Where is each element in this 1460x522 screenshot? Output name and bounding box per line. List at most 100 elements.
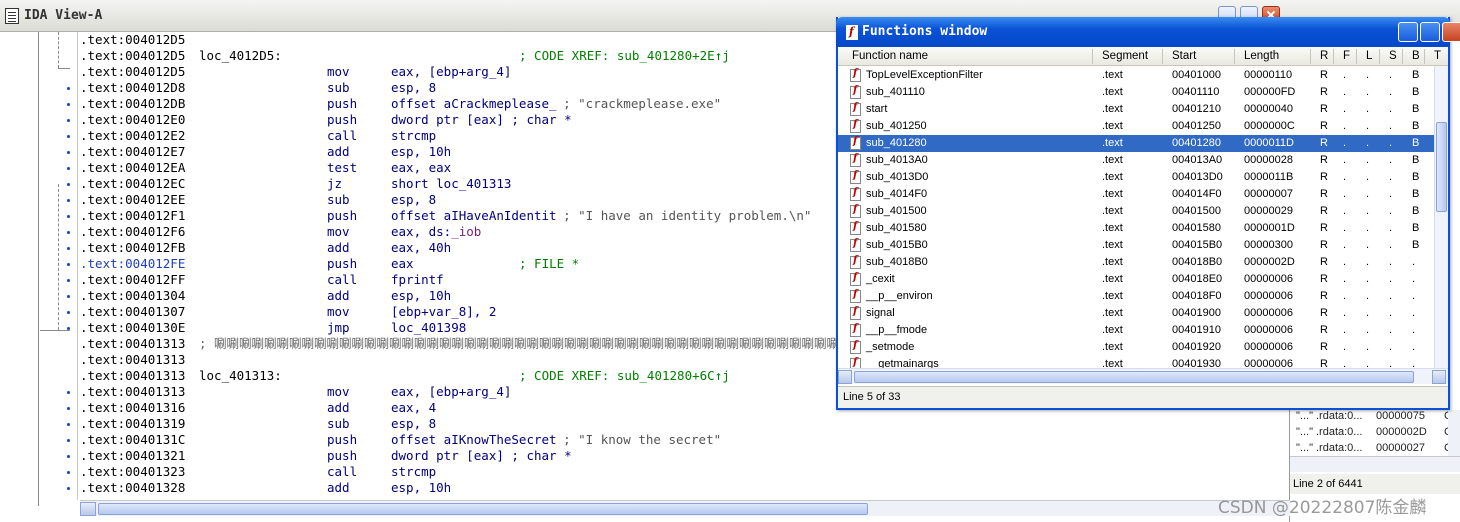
- operands[interactable]: esp, 8: [391, 192, 436, 208]
- line-marker-dot: [67, 135, 70, 138]
- operands[interactable]: short loc_401313: [391, 176, 511, 192]
- operands[interactable]: [ebp+var_8], 2: [391, 304, 496, 320]
- operands[interactable]: loc_401398: [391, 320, 466, 336]
- code-label[interactable]: loc_4012D5:: [199, 48, 282, 64]
- column-header[interactable]: R: [1320, 50, 1328, 62]
- operands[interactable]: strcmp: [391, 464, 436, 480]
- function-f: .: [1343, 256, 1347, 268]
- functions-horizontal-scrollbar[interactable]: [838, 368, 1448, 384]
- functions-vertical-scrollbar[interactable]: [1434, 66, 1448, 368]
- mnemonic: push: [327, 96, 358, 111]
- function-row[interactable]: sub_401580.text004015800000001DR...B.: [838, 220, 1434, 237]
- function-row[interactable]: TopLevelExceptionFilter .text 00401000 0000…: [838, 67, 1434, 84]
- names-horizontal-scrollbar[interactable]: [1290, 456, 1460, 472]
- scroll-left-arrow-icon[interactable]: [838, 370, 852, 384]
- operands[interactable]: offset aCrackmeplease_: [391, 96, 557, 112]
- operands[interactable]: eax, ds:_iob: [391, 224, 481, 240]
- code-line[interactable]: .text:00401323 call strcmp: [80, 464, 1290, 480]
- column-header[interactable]: Function name: [852, 50, 928, 62]
- function-row[interactable]: __p__environ.text004018F000000006R.....: [838, 288, 1434, 305]
- column-header[interactable]: B: [1412, 50, 1420, 62]
- scrollbar-thumb[interactable]: [98, 503, 868, 515]
- scrollbar-thumb[interactable]: [854, 371, 1414, 383]
- column-header[interactable]: Segment: [1102, 50, 1148, 62]
- scroll-left-arrow-icon[interactable]: [80, 502, 96, 516]
- ida-horizontal-scrollbar[interactable]: [80, 500, 1290, 516]
- scrollbar-thumb[interactable]: [1436, 122, 1447, 212]
- operands[interactable]: eax, [ebp+arg_4]: [391, 384, 511, 400]
- function-icon: [850, 357, 861, 368]
- close-button[interactable]: [1442, 22, 1460, 42]
- function-row[interactable]: sub_401110.text00401110000000FDR...B.: [838, 84, 1434, 101]
- function-s: .: [1389, 103, 1393, 115]
- column-header[interactable]: Start: [1172, 50, 1196, 62]
- operands[interactable]: eax: [391, 256, 414, 272]
- function-r: R: [1320, 341, 1328, 353]
- column-separator[interactable]: [1333, 49, 1334, 64]
- function-row[interactable]: sub_4013D0.text004013D00000011BR...B.: [838, 169, 1434, 186]
- operands[interactable]: offset aIHaveAnIdentit: [391, 208, 557, 224]
- column-separator[interactable]: [1310, 49, 1311, 64]
- operands[interactable]: esp, 10h: [391, 288, 451, 304]
- column-separator[interactable]: [1424, 49, 1425, 64]
- function-row[interactable]: _cexit.text004018E000000006R....T: [838, 271, 1434, 288]
- function-row[interactable]: sub_401500.text0040150000000029R...B.: [838, 203, 1434, 220]
- function-row[interactable]: start.text0040121000000040R...B.: [838, 101, 1434, 118]
- function-l: .: [1366, 341, 1370, 353]
- operands[interactable]: dword ptr [eax] ; char *: [391, 448, 572, 464]
- column-header[interactable]: L: [1366, 50, 1372, 62]
- function-row[interactable]: sub_4018B0.text004018B00000002DR.....: [838, 254, 1434, 271]
- column-header[interactable]: S: [1389, 50, 1397, 62]
- function-row[interactable]: sub_4014F0.text004014F000000007R...B.: [838, 186, 1434, 203]
- function-name: sub_4013D0: [866, 171, 929, 183]
- operands[interactable]: fprintf: [391, 272, 444, 288]
- function-row[interactable]: _setmode.text0040192000000006R....T: [838, 339, 1434, 356]
- operands[interactable]: esp, 10h: [391, 480, 451, 496]
- column-separator[interactable]: [1234, 49, 1235, 64]
- operands[interactable]: esp, 8: [391, 416, 436, 432]
- function-row[interactable]: signal.text0040190000000006R....T: [838, 305, 1434, 322]
- code-line[interactable]: .text:00401321 push dword ptr [eax] ; char…: [80, 448, 1290, 464]
- operands[interactable]: esp, 8: [391, 80, 436, 96]
- function-s: .: [1389, 171, 1393, 183]
- operands[interactable]: strcmp: [391, 128, 436, 144]
- names-vertical-scrollbar[interactable]: [1448, 410, 1460, 456]
- functions-window-titlebar[interactable]: Functions window: [836, 17, 1460, 47]
- code-line[interactable]: .text:00401328 add esp, 10h: [80, 480, 1290, 496]
- mnemonic: jz: [327, 176, 343, 191]
- names-cell: "...": [1296, 410, 1313, 422]
- function-row[interactable]: sub_401250.text004012500000000CR...B.: [838, 118, 1434, 135]
- code-line[interactable]: .text:0040131C push offset aIKnowTheSecret…: [80, 432, 1290, 448]
- function-row[interactable]: sub_401280.text004012800000011DR...B.: [838, 135, 1434, 152]
- maximize-button[interactable]: [1420, 22, 1440, 42]
- operands[interactable]: eax, eax: [391, 160, 451, 176]
- function-row[interactable]: __getmainargs.text0040193000000006R.....: [838, 356, 1434, 368]
- column-separator[interactable]: [1356, 49, 1357, 64]
- operands[interactable]: eax, [ebp+arg_4]: [391, 64, 511, 80]
- code-line[interactable]: .text:00401319 sub esp, 8: [80, 416, 1290, 432]
- line-marker-dot: [67, 487, 70, 490]
- column-separator[interactable]: [1162, 49, 1163, 64]
- column-header[interactable]: T: [1434, 50, 1441, 62]
- scroll-right-arrow-icon[interactable]: [1432, 370, 1446, 384]
- operands[interactable]: offset aIKnowTheSecret: [391, 432, 557, 448]
- column-header[interactable]: Length: [1244, 50, 1279, 62]
- function-l: .: [1366, 358, 1370, 368]
- column-header[interactable]: F: [1343, 50, 1350, 62]
- function-start: 004018E0: [1172, 273, 1223, 285]
- operands[interactable]: esp, 10h: [391, 144, 451, 160]
- function-row[interactable]: __p__fmode.text0040191000000006R.....: [838, 322, 1434, 339]
- function-name: __getmainargs: [866, 358, 939, 368]
- column-separator[interactable]: [1092, 49, 1093, 64]
- function-row[interactable]: sub_4013A0.text004013A000000028R...B.: [838, 152, 1434, 169]
- column-separator[interactable]: [1379, 49, 1380, 64]
- function-row[interactable]: sub_4015B0.text004015B000000300R...B.: [838, 237, 1434, 254]
- operands[interactable]: eax, 40h: [391, 240, 451, 256]
- functions-table[interactable]: TopLevelExceptionFilter .text 00401000 0000…: [838, 66, 1434, 368]
- operands[interactable]: dword ptr [eax] ; char *: [391, 112, 572, 128]
- import-ref[interactable]: _iob: [451, 224, 481, 239]
- code-label[interactable]: loc_401313:: [199, 368, 282, 384]
- minimize-button[interactable]: [1398, 22, 1418, 42]
- operands[interactable]: eax, 4: [391, 400, 436, 416]
- column-separator[interactable]: [1402, 49, 1403, 64]
